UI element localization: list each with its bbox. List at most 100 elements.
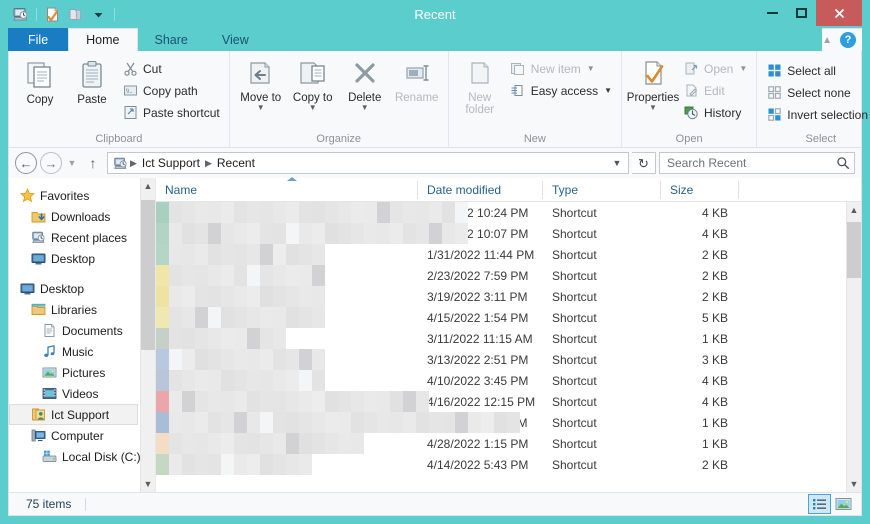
minimize-button[interactable] bbox=[758, 0, 787, 26]
search-box[interactable]: Search Recent bbox=[659, 152, 855, 174]
tab-home[interactable]: Home bbox=[68, 28, 137, 51]
table-row[interactable]: 2/23/2022 7:59 PM Shortcut 2 KB bbox=[156, 265, 846, 286]
nav-scroll-track[interactable] bbox=[141, 194, 155, 476]
column-header-date-modified[interactable]: Date modified bbox=[418, 181, 543, 199]
copy-to-button[interactable]: Copy to ▼ bbox=[287, 55, 339, 123]
sidebar-item-desktop[interactable]: Desktop bbox=[9, 278, 140, 299]
nav-scroll-up-icon[interactable]: ▲ bbox=[144, 178, 153, 194]
list-scroll-track[interactable] bbox=[847, 218, 861, 476]
copy-path-button[interactable]: \\.. Copy path bbox=[118, 80, 224, 101]
documents-icon bbox=[41, 323, 57, 339]
table-row[interactable]: 1/31/2022 11:44 PM Shortcut 2 KB bbox=[156, 244, 846, 265]
sidebar-item-computer[interactable]: Computer bbox=[9, 425, 140, 446]
column-header-type[interactable]: Type bbox=[543, 181, 661, 199]
open-button[interactable]: Open ▼ bbox=[679, 58, 751, 79]
details-view-button[interactable] bbox=[808, 494, 831, 514]
nav-scroll-thumb[interactable] bbox=[141, 200, 155, 350]
sidebar-item-recent-places[interactable]: Recent places bbox=[9, 227, 140, 248]
list-scroll-down-icon[interactable]: ▼ bbox=[850, 476, 859, 492]
search-icon[interactable] bbox=[836, 156, 850, 170]
properties-icon bbox=[637, 59, 669, 89]
column-header-size[interactable]: Size bbox=[661, 181, 739, 199]
table-row[interactable]: 4/28/2022 1:15 PM Shortcut 1 KB bbox=[156, 433, 846, 454]
easy-access-button[interactable]: Easy access ▼ bbox=[506, 80, 616, 101]
new-item-caret-icon[interactable]: ▼ bbox=[587, 64, 595, 73]
nav-scroll-down-icon[interactable]: ▼ bbox=[144, 476, 153, 492]
column-header-name[interactable]: Name bbox=[156, 181, 418, 199]
history-icon bbox=[683, 105, 699, 120]
sidebar-item-local-disk-c[interactable]: Local Disk (C:) bbox=[9, 446, 140, 467]
delete-caret-icon[interactable]: ▼ bbox=[361, 104, 369, 112]
open-caret-icon[interactable]: ▼ bbox=[739, 64, 747, 73]
breadcrumb-separator-0[interactable]: ▶ bbox=[130, 158, 137, 169]
tab-file[interactable]: File bbox=[8, 28, 68, 51]
group-label-organize: Organize bbox=[230, 131, 448, 147]
properties-icon[interactable] bbox=[42, 4, 63, 25]
copy-button[interactable]: Copy bbox=[14, 55, 66, 123]
file-list-scrollbar[interactable]: ▲ ▼ bbox=[846, 202, 861, 492]
sidebar-item-libraries[interactable]: Libraries bbox=[9, 299, 140, 320]
previous-locations-dropdown-icon[interactable]: ▼ bbox=[608, 158, 626, 168]
new-item-button[interactable]: New item ▼ bbox=[506, 58, 616, 79]
copy-to-caret-icon[interactable]: ▼ bbox=[309, 104, 317, 112]
easy-access-caret-icon[interactable]: ▼ bbox=[604, 86, 612, 95]
table-row[interactable]: 4/16/2022 12:15 PM Shortcut 4 KB bbox=[156, 391, 846, 412]
back-button[interactable]: ← bbox=[15, 152, 37, 174]
move-to-button[interactable]: Move to ▼ bbox=[235, 55, 287, 123]
sidebar-item-favorites[interactable]: Favorites bbox=[9, 185, 140, 206]
forward-button[interactable]: → bbox=[40, 152, 62, 174]
sidebar-item-ict-support[interactable]: Ict Support bbox=[9, 404, 138, 425]
select-all-button[interactable]: Select all bbox=[762, 60, 870, 81]
breadcrumb-separator-1[interactable]: ▶ bbox=[205, 158, 212, 169]
new-folder-button[interactable]: New folder bbox=[454, 55, 506, 123]
new-folder-icon[interactable] bbox=[65, 4, 86, 25]
table-row[interactable]: 4/14/2022 5:43 PM Shortcut 2 KB bbox=[156, 454, 846, 475]
table-row[interactable]: 4/10/2022 3:45 PM Shortcut 4 KB bbox=[156, 370, 846, 391]
sidebar-label: Libraries bbox=[51, 303, 97, 317]
table-row[interactable]: 1/6/2022 11:47 PM Shortcut 1 KB bbox=[156, 412, 846, 433]
recent-locations-dropdown[interactable]: ▼ bbox=[65, 152, 79, 174]
table-row[interactable]: 3/11/2022 11:15 AM Shortcut 1 KB bbox=[156, 328, 846, 349]
history-button[interactable]: History bbox=[679, 102, 751, 123]
customize-dropdown-icon[interactable] bbox=[88, 4, 109, 25]
list-scroll-thumb[interactable] bbox=[847, 222, 861, 278]
sidebar-item-desktop-fav[interactable]: Desktop bbox=[9, 248, 140, 269]
paste-shortcut-button[interactable]: Paste shortcut bbox=[118, 102, 224, 123]
table-row[interactable]: 3/19/2022 3:11 PM Shortcut 2 KB bbox=[156, 286, 846, 307]
select-none-button[interactable]: Select none bbox=[762, 82, 870, 103]
table-row[interactable]: 4/15/2022 1:54 PM Shortcut 5 KB bbox=[156, 307, 846, 328]
invert-selection-button[interactable]: Invert selection bbox=[762, 104, 870, 125]
table-row[interactable]: 4/9/2022 10:24 PM Shortcut 4 KB bbox=[156, 202, 846, 223]
delete-button[interactable]: Delete ▼ bbox=[339, 55, 391, 123]
tab-view[interactable]: View bbox=[205, 28, 266, 51]
edit-button[interactable]: Edit bbox=[679, 80, 751, 101]
breadcrumb-item-recent[interactable]: Recent bbox=[214, 156, 258, 170]
collapse-ribbon-icon[interactable]: ▲ bbox=[822, 35, 832, 46]
breadcrumb-item-ict-support[interactable]: Ict Support bbox=[139, 156, 203, 170]
help-icon[interactable]: ? bbox=[840, 32, 856, 48]
cut-button[interactable]: Cut bbox=[118, 58, 224, 79]
search-input[interactable]: Search Recent bbox=[667, 156, 836, 170]
large-icons-view-button[interactable] bbox=[832, 494, 855, 514]
sidebar-item-music[interactable]: Music bbox=[9, 341, 140, 362]
sidebar-item-videos[interactable]: Videos bbox=[9, 383, 140, 404]
sidebar-item-documents[interactable]: Documents bbox=[9, 320, 140, 341]
close-button[interactable] bbox=[816, 0, 862, 26]
rename-button[interactable]: Rename bbox=[391, 55, 443, 123]
table-row[interactable]: 3/13/2022 2:51 PM Shortcut 3 KB bbox=[156, 349, 846, 370]
recent-places-icon[interactable] bbox=[10, 4, 31, 25]
list-scroll-up-icon[interactable]: ▲ bbox=[850, 202, 859, 218]
move-to-caret-icon[interactable]: ▼ bbox=[257, 104, 265, 112]
address-breadcrumb-bar[interactable]: ▶ Ict Support ▶ Recent ▼ bbox=[107, 152, 629, 174]
paste-button[interactable]: Paste bbox=[66, 55, 118, 123]
up-button[interactable]: ↑ bbox=[82, 152, 104, 174]
properties-caret-icon[interactable]: ▼ bbox=[649, 104, 657, 112]
navigation-pane-scrollbar[interactable]: ▲ ▼ bbox=[140, 178, 155, 492]
sidebar-item-downloads[interactable]: Downloads bbox=[9, 206, 140, 227]
sidebar-item-pictures[interactable]: Pictures bbox=[9, 362, 140, 383]
table-row[interactable]: 4/9/2022 10:07 PM Shortcut 4 KB bbox=[156, 223, 846, 244]
maximize-button[interactable] bbox=[787, 0, 816, 26]
refresh-button[interactable]: ↻ bbox=[632, 152, 656, 174]
properties-button[interactable]: Properties ▼ bbox=[627, 55, 679, 123]
tab-share[interactable]: Share bbox=[138, 28, 205, 51]
